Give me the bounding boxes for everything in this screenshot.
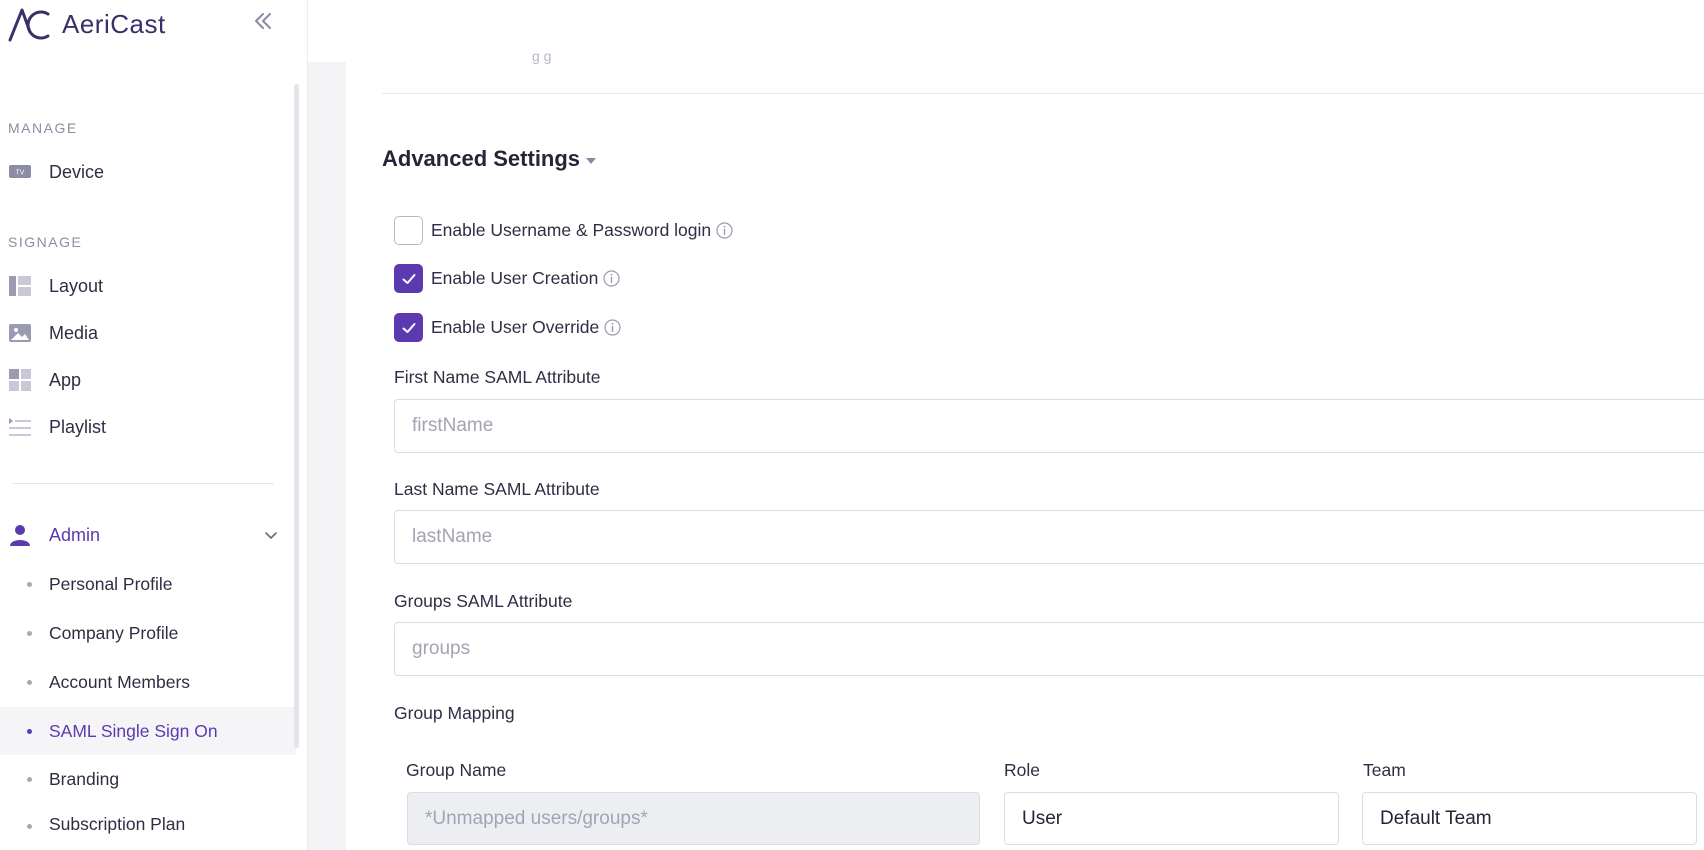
sidebar-item-label: Layout: [49, 275, 104, 296]
team-select[interactable]: [1362, 792, 1697, 845]
enable-username-password-checkbox[interactable]: [394, 216, 423, 245]
sidebar-subitem-company-profile[interactable]: Company Profile: [0, 610, 296, 656]
section-divider: [382, 93, 1704, 94]
groups-label: Groups SAML Attribute: [394, 591, 573, 611]
last-name-attribute-input[interactable]: [394, 510, 1704, 564]
tv-icon: TV: [9, 161, 31, 183]
image-icon: [9, 322, 31, 344]
sidebar-subitem-label: Personal Profile: [49, 573, 173, 594]
brand[interactable]: AeriCast: [8, 6, 166, 42]
bullet-dot: [27, 679, 32, 685]
check-row-user-override: Enable User Override: [394, 313, 621, 342]
column-header-group-name: Group Name: [406, 760, 507, 780]
groups-attribute-input[interactable]: [394, 622, 1704, 676]
sidebar-subitem-branding[interactable]: Branding: [0, 756, 296, 802]
bullet-dot: [27, 776, 32, 782]
sidebar-scrollbar[interactable]: [294, 84, 299, 748]
advanced-settings-toggle[interactable]: Advanced Settings: [382, 146, 597, 172]
checkmark-icon: [402, 273, 415, 284]
check-row-username-password: Enable Username & Password login: [394, 216, 733, 245]
sidebar-subitem-saml-sso[interactable]: SAML Single Sign On: [0, 707, 296, 755]
advanced-settings-title: Advanced Settings: [382, 146, 581, 171]
collapse-sidebar-icon[interactable]: [250, 10, 276, 36]
bullet-dot: [27, 630, 32, 636]
aericast-logo-icon: [8, 8, 50, 42]
info-icon[interactable]: [716, 222, 733, 239]
sidebar-item-media[interactable]: Media: [0, 310, 296, 356]
sidebar-item-label: Device: [49, 161, 105, 182]
first-name-attribute-input[interactable]: [394, 399, 1704, 453]
column-header-team: Team: [1363, 760, 1406, 780]
sidebar-subitem-label: Account Members: [49, 671, 191, 692]
brand-name: AeriCast: [62, 8, 166, 39]
sidebar-subitem-label: SAML Single Sign On: [49, 720, 218, 741]
sidebar-item-label: Playlist: [49, 416, 107, 437]
faded-text: g g: [532, 48, 552, 64]
app-window: AeriCast MANAGE TV Device SIGNAGE Layout…: [0, 0, 1704, 850]
sidebar-item-layout[interactable]: Layout: [0, 263, 296, 309]
section-label-manage: MANAGE: [8, 120, 78, 136]
sidebar-item-playlist[interactable]: Playlist: [0, 404, 296, 450]
apps-grid-icon: [9, 369, 31, 391]
group-mapping-title: Group Mapping: [394, 703, 515, 723]
bullet-dot: [27, 581, 32, 587]
sidebar-item-label: Admin: [49, 524, 101, 545]
sidebar-subitem-label: Company Profile: [49, 622, 179, 643]
role-select[interactable]: [1004, 792, 1339, 845]
check-label: Enable Username & Password login: [431, 220, 712, 240]
bullet-dot: [27, 824, 32, 829]
sidebar-item-label: Media: [49, 322, 99, 343]
sidebar-divider: [12, 483, 274, 484]
check-row-user-creation: Enable User Creation: [394, 264, 620, 293]
enable-user-override-checkbox[interactable]: [394, 313, 423, 342]
sidebar-item-app[interactable]: App: [0, 357, 296, 403]
layout-icon: [9, 275, 31, 297]
last-name-label: Last Name SAML Attribute: [394, 479, 600, 499]
info-icon[interactable]: [604, 319, 621, 336]
check-label: Enable User Override: [431, 317, 600, 337]
sidebar-subitem-label: Branding: [49, 768, 120, 789]
sidebar-subitem-subscription-plan[interactable]: Subscription Plan: [0, 805, 296, 835]
enable-user-creation-checkbox[interactable]: [394, 264, 423, 293]
sidebar-item-label: App: [49, 369, 82, 390]
playlist-icon: [9, 416, 31, 438]
section-label-signage: SIGNAGE: [8, 234, 83, 250]
sidebar: AeriCast MANAGE TV Device SIGNAGE Layout…: [0, 0, 308, 850]
user-icon: [9, 524, 31, 546]
chevron-down-icon: [264, 528, 278, 547]
sidebar-item-device[interactable]: TV Device: [0, 149, 296, 195]
info-icon[interactable]: [603, 270, 620, 287]
sidebar-item-admin[interactable]: Admin: [0, 512, 296, 558]
top-header: [308, 0, 1704, 62]
tv-icon-text: TV: [16, 170, 25, 177]
checkmark-icon: [402, 322, 415, 333]
bullet-dot: [27, 728, 32, 734]
group-name-input: [407, 792, 980, 845]
column-header-role: Role: [1004, 760, 1040, 780]
sidebar-subitem-account-members[interactable]: Account Members: [0, 659, 296, 705]
sidebar-subitem-personal-profile[interactable]: Personal Profile: [0, 561, 296, 607]
main-card: [346, 62, 1704, 850]
sidebar-subitem-label: Subscription Plan: [49, 814, 186, 834]
first-name-label: First Name SAML Attribute: [394, 367, 601, 387]
caret-down-icon: [586, 158, 597, 164]
check-label: Enable User Creation: [431, 268, 599, 288]
